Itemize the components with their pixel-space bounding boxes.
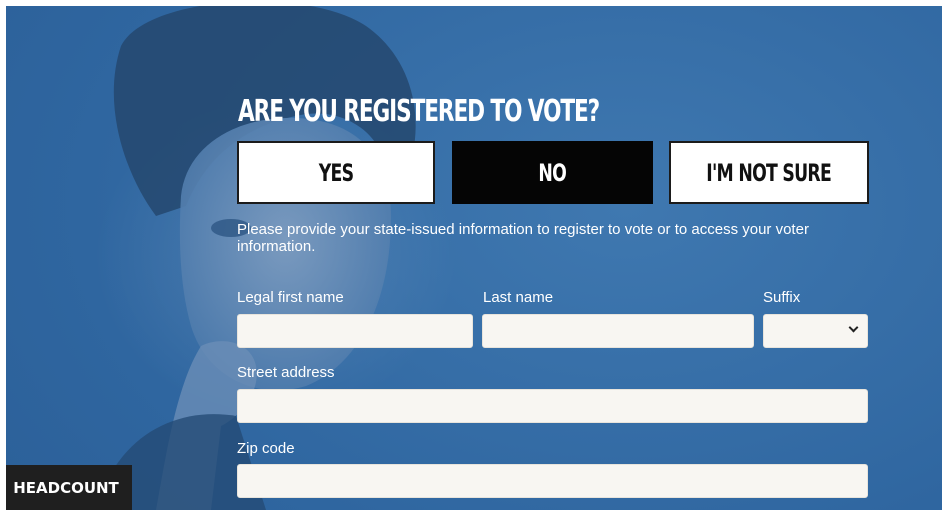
first-name-field[interactable] [237,314,473,348]
zip-code-field[interactable] [237,464,868,498]
not-sure-button-label: I'M NOT SURE [706,158,833,187]
no-button-label: NO [538,158,567,187]
instructions-text: Please provide your state-issued informa… [237,221,809,255]
yes-button-label: YES [318,158,354,187]
first-name-label: Legal first name [237,289,344,306]
suffix-label: Suffix [763,289,801,306]
hero-background: ARE YOU REGISTERED TO VOTE? YES NO I'M N… [6,6,942,510]
background-photo [96,6,416,510]
street-address-label: Street address [237,364,335,381]
yes-button[interactable]: YES [237,141,435,204]
last-name-field[interactable] [482,314,754,348]
suffix-select[interactable] [763,314,868,348]
no-button[interactable]: NO [452,141,653,204]
last-name-label: Last name [483,289,554,306]
chevron-down-icon [848,322,859,333]
headcount-logo: HEADCOUNT [6,465,132,510]
not-sure-button[interactable]: I'M NOT SURE [669,141,869,204]
street-address-field[interactable] [237,389,868,423]
zip-code-label: Zip code [237,440,295,457]
page-title: ARE YOU REGISTERED TO VOTE? [238,94,600,129]
